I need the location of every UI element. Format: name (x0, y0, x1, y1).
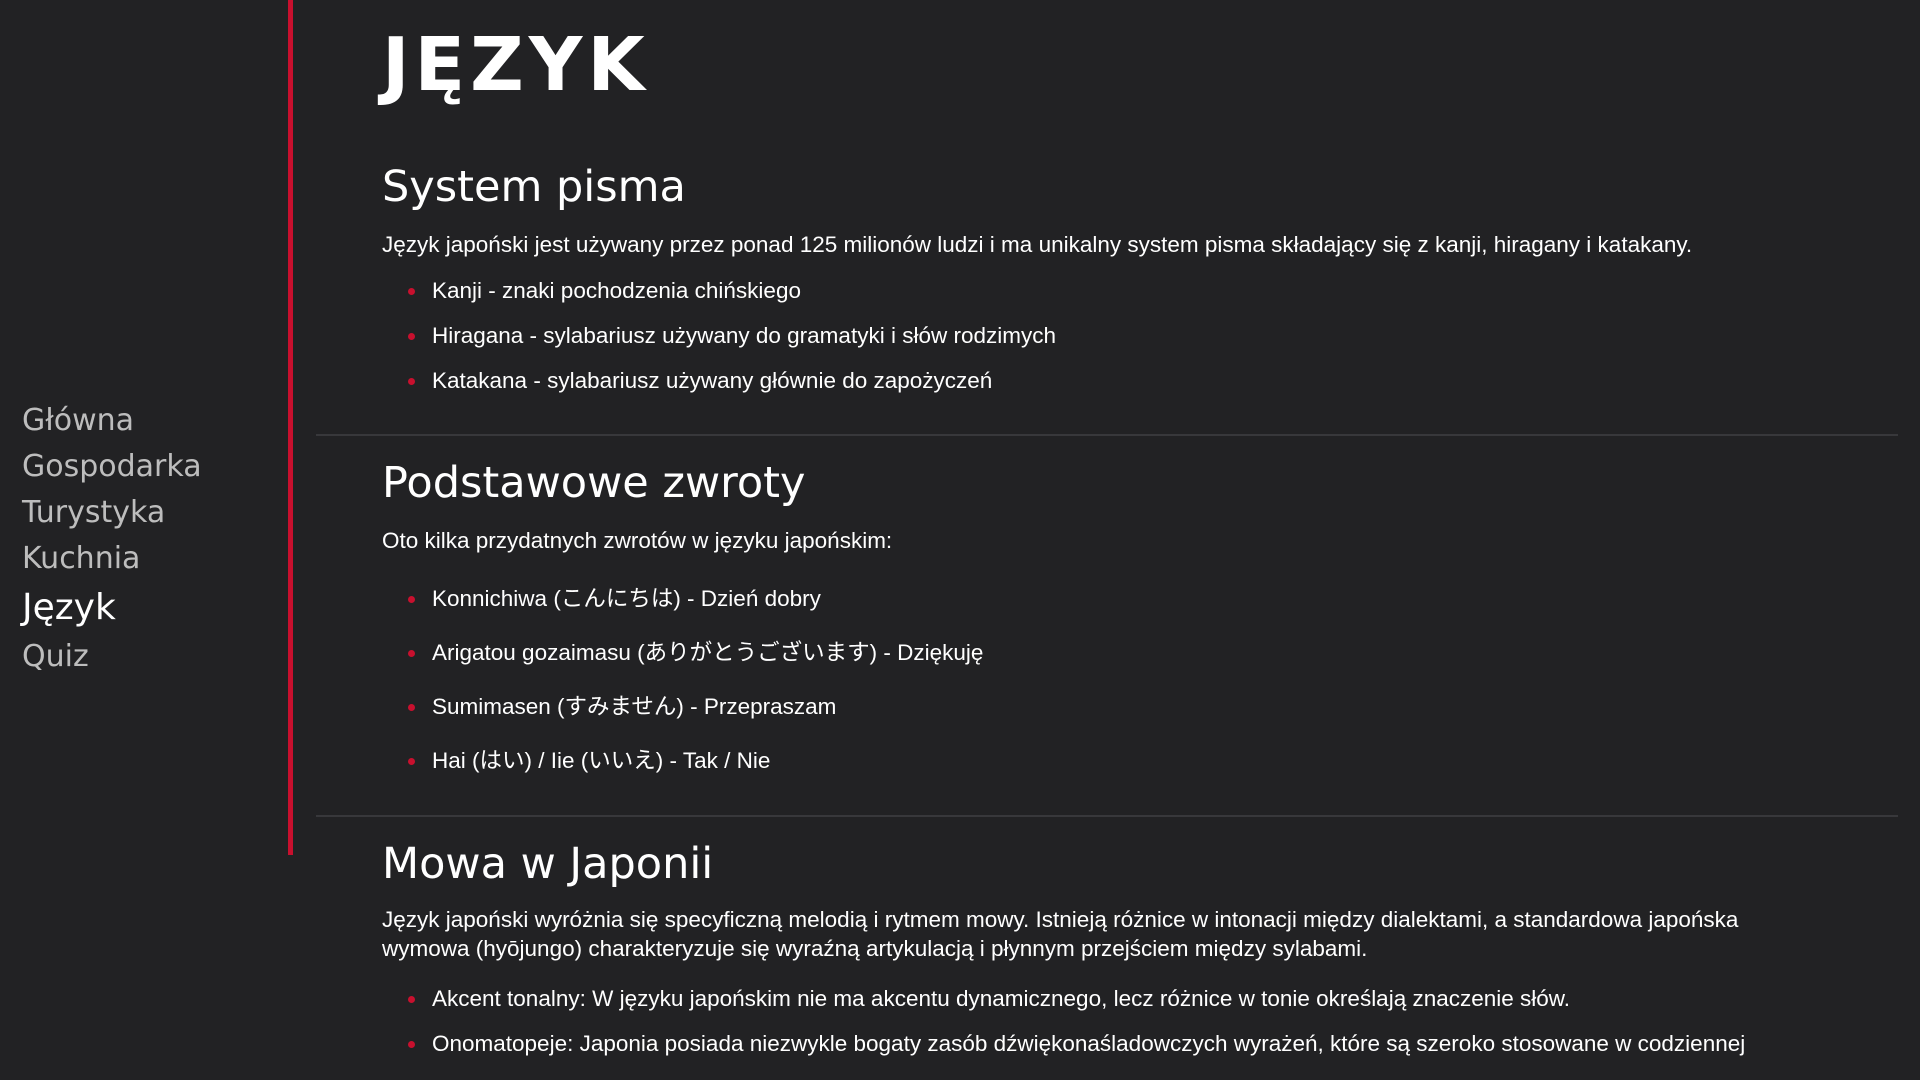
section-heading: System pisma (382, 162, 686, 212)
bullet-icon (408, 332, 415, 340)
list-item: Arigatou gozaimasu (ありがとうございます) - Dzięku… (382, 626, 1898, 680)
list-item: Konnichiwa (こんにちは) - Dzień dobry (382, 572, 1898, 626)
section-heading: Podstawowe zwroty (382, 458, 806, 508)
bullet-icon (408, 704, 415, 711)
list-item: Hiragana - sylabariusz używany do gramat… (382, 313, 1898, 358)
section-divider (316, 815, 1898, 817)
bullet-icon (408, 377, 415, 385)
bullet-icon (408, 596, 415, 603)
section-intro: Język japoński wyróżnia się specyficzną … (382, 907, 1739, 961)
list-item: Katakana - sylabariusz używany głównie d… (382, 358, 1898, 403)
section-speech: Mowa w Japonii Język japoński wyróżnia s… (316, 843, 1898, 1066)
nav-item-glowna[interactable]: Główna (22, 398, 202, 444)
page-title: JĘZYK (382, 22, 650, 108)
section-intro: Język japoński jest używany przez ponad … (382, 232, 1693, 257)
section-basic-phrases: Podstawowe zwroty Oto kilka przydatnych … (316, 462, 1898, 788)
main-content: JĘZYK System pisma Język japoński jest u… (316, 0, 1898, 1080)
list-item: Hai (はい) / Iie (いいえ) - Tak / Nie (382, 734, 1898, 788)
nav-item-gospodarka[interactable]: Gospodarka (22, 444, 202, 490)
speech-list: Akcent tonalny: W języku japońskim nie m… (382, 976, 1898, 1066)
writing-list: Kanji - znaki pochodzenia chińskiego Hir… (382, 268, 1898, 403)
sidebar: Główna Gospodarka Turystyka Kuchnia Języ… (0, 0, 290, 855)
section-writing-system: System pisma Język japoński jest używany… (316, 166, 1898, 403)
section-intro: Oto kilka przydatnych zwrotów w języku j… (382, 528, 893, 553)
nav-item-kuchnia[interactable]: Kuchnia (22, 536, 202, 582)
sidebar-nav: Główna Gospodarka Turystyka Kuchnia Języ… (22, 398, 202, 680)
list-item: Onomatopeje: Japonia posiada niezwykle b… (382, 1021, 1898, 1066)
section-heading: Mowa w Japonii (382, 839, 714, 889)
bullet-icon (408, 758, 415, 765)
bullet-icon (408, 1040, 415, 1048)
list-item: Akcent tonalny: W języku japońskim nie m… (382, 976, 1898, 1021)
sidebar-accent-line (288, 0, 293, 855)
list-item: Sumimasen (すみません) - Przepraszam (382, 680, 1898, 734)
bullet-icon (408, 650, 415, 657)
bullet-icon (408, 287, 415, 295)
section-divider (316, 434, 1898, 436)
nav-item-jezyk[interactable]: Język (22, 582, 202, 634)
nav-item-turystyka[interactable]: Turystyka (22, 490, 202, 536)
list-item: Kanji - znaki pochodzenia chińskiego (382, 268, 1898, 313)
nav-item-quiz[interactable]: Quiz (22, 634, 202, 680)
bullet-icon (408, 995, 415, 1003)
phrases-list: Konnichiwa (こんにちは) - Dzień dobry Arigato… (382, 572, 1898, 788)
